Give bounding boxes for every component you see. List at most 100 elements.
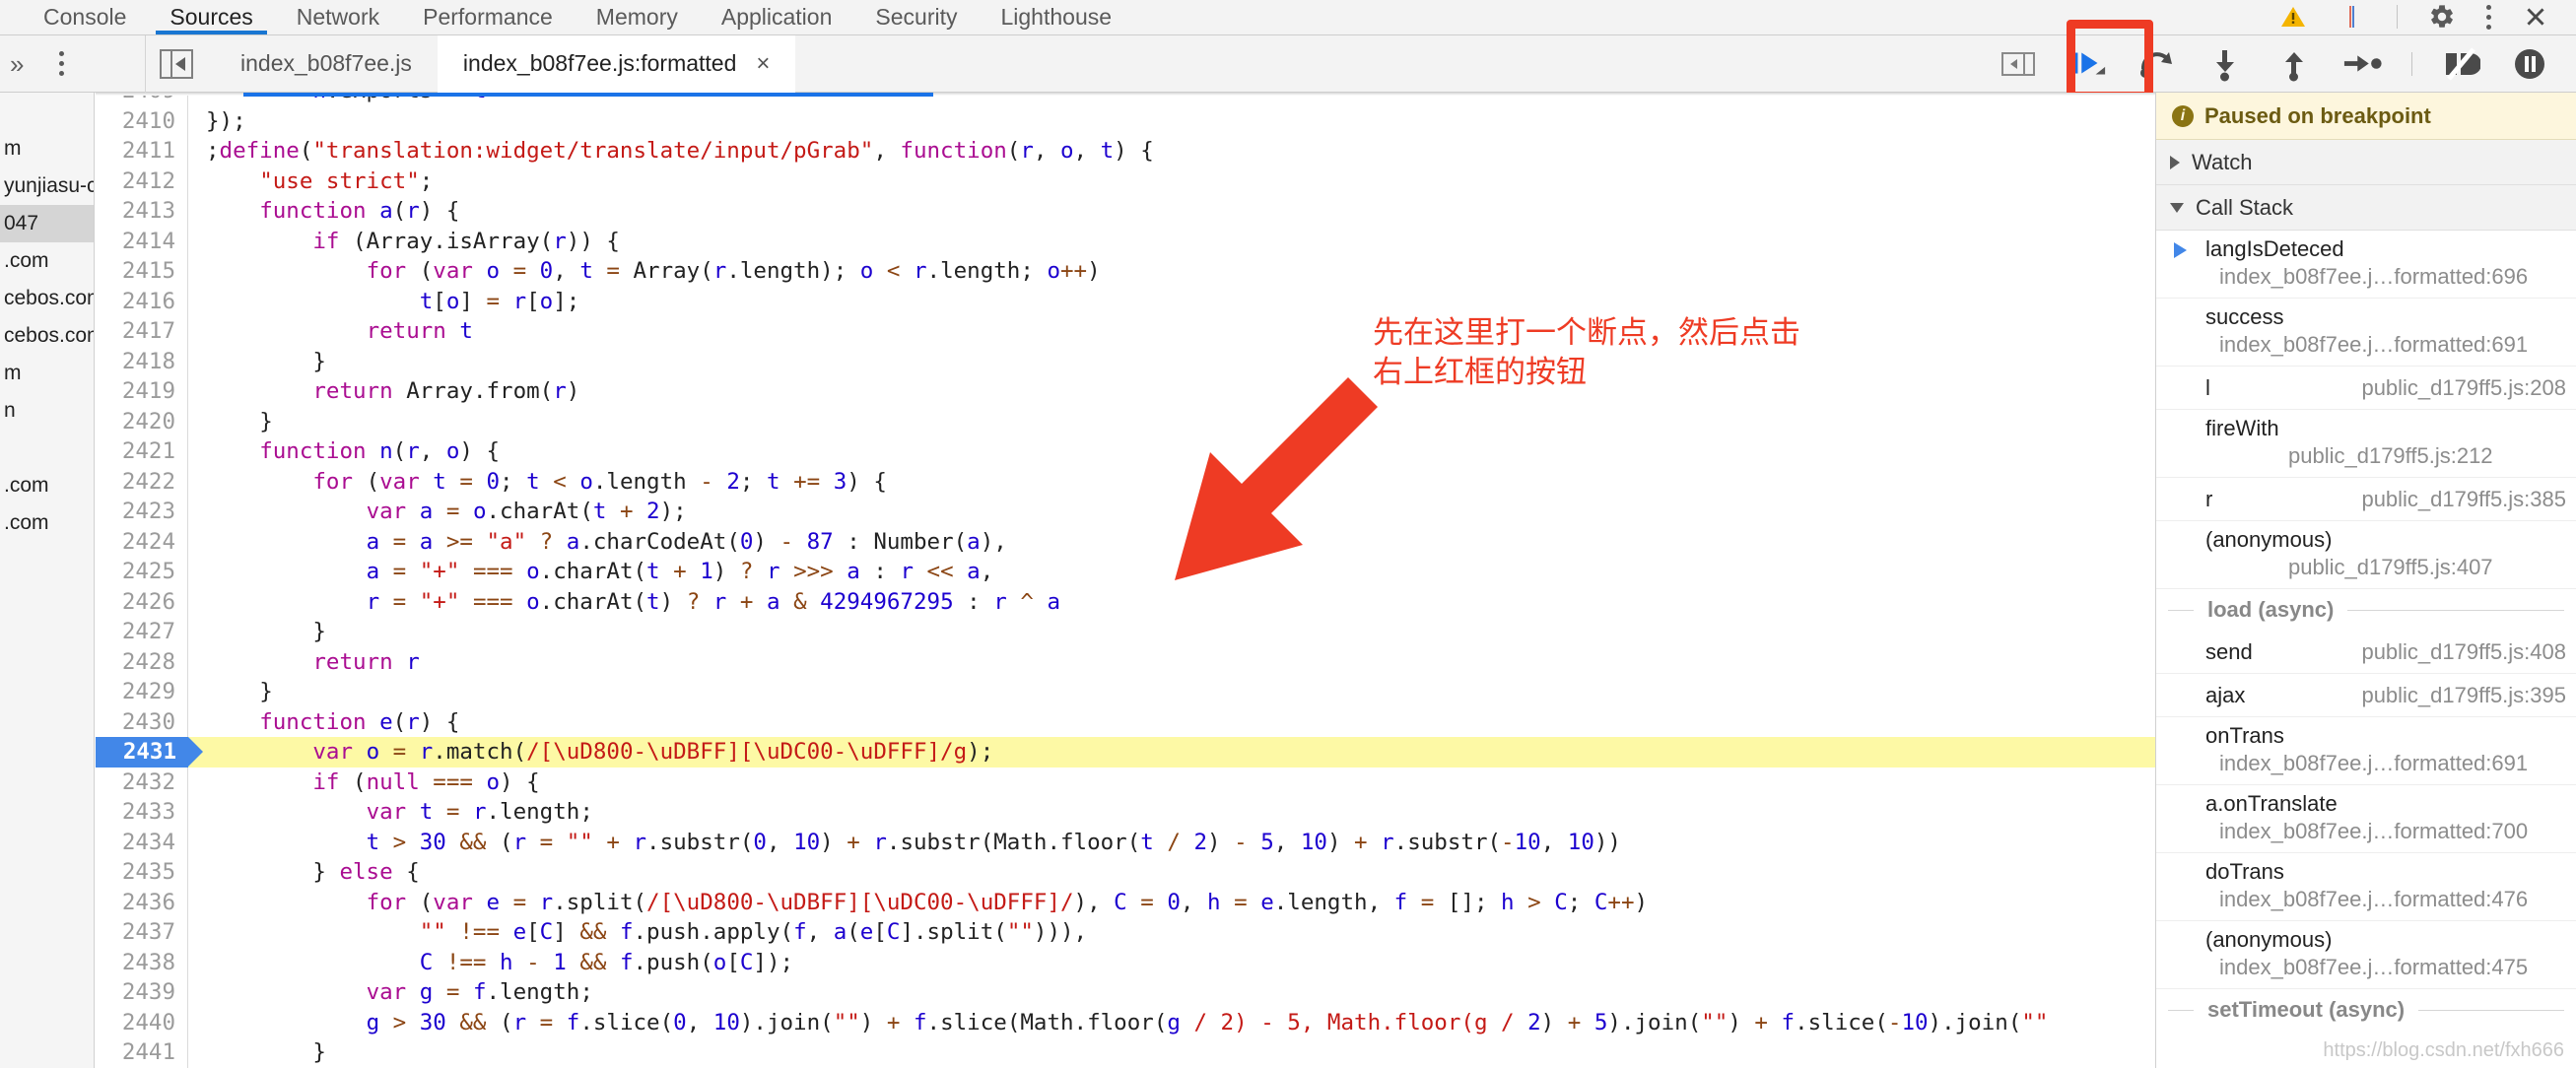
code-line[interactable]: 2422 for (var t = 0; t < o.length - 2; t… (96, 466, 2155, 497)
code-line[interactable]: 2411 ;define("translation:widget/translat… (96, 136, 2155, 167)
panel-tab-lighthouse[interactable]: Lighthouse (979, 0, 1133, 34)
call-stack-location[interactable]: index_b08f7ee.j…formatted:475 (2205, 955, 2570, 980)
line-number[interactable]: 2435 (96, 857, 188, 888)
code-line[interactable]: 2434 t > 30 && (r = "" + r.substr(0, 10)… (96, 827, 2155, 857)
line-number[interactable]: 2430 (96, 706, 188, 737)
line-number[interactable]: 2417 (96, 316, 188, 347)
code-line[interactable]: 2424 a = a >= "a" ? a.charCodeAt(0) - 87… (96, 526, 2155, 557)
panel-tab-security[interactable]: Security (853, 0, 979, 34)
code-line[interactable]: 2416 t[o] = r[o]; (96, 286, 2155, 316)
code-line[interactable]: 2428 return r (96, 646, 2155, 677)
toggle-debugger-sidebar-button[interactable] (1998, 43, 2039, 85)
panel-tab-sources[interactable]: Sources (148, 0, 274, 34)
line-number[interactable]: 2432 (96, 767, 188, 797)
line-number[interactable]: 2438 (96, 947, 188, 977)
code-line[interactable]: 2426 r = "+" === o.charAt(t) ? r + a & 4… (96, 586, 2155, 617)
line-number[interactable]: 2436 (96, 887, 188, 917)
panel-tab-console[interactable]: Console (22, 0, 148, 34)
line-number[interactable]: 2423 (96, 497, 188, 527)
watch-section-header[interactable]: Watch (2156, 140, 2576, 185)
call-stack-frame[interactable]: langIsDeteced index_b08f7ee.j…formatted:6… (2156, 231, 2576, 299)
call-stack-location[interactable]: index_b08f7ee.j…formatted:696 (2205, 264, 2570, 290)
navigator-item[interactable]: n (0, 392, 94, 430)
navigator-item[interactable]: cebos.com (0, 317, 94, 355)
call-stack-frame[interactable]: success index_b08f7ee.j…formatted:691 (2156, 299, 2576, 367)
line-number[interactable]: 2427 (96, 617, 188, 647)
code-line[interactable]: 2437 "" !== e[C] && f.push.apply(f, a(e[… (96, 917, 2155, 948)
code-line[interactable]: 2436 for (var e = r.split(/[\uD800-\uDBF… (96, 887, 2155, 917)
line-number[interactable]: 2410 (96, 105, 188, 136)
call-stack-location[interactable]: public_d179ff5.js:407 (2205, 555, 2570, 580)
code-line[interactable]: 2439 var g = f.length; (96, 977, 2155, 1008)
code-line[interactable]: 2420 } (96, 406, 2155, 436)
line-number[interactable]: 2439 (96, 977, 188, 1008)
navigator-item[interactable]: .com (0, 467, 94, 504)
line-number[interactable]: 2440 (96, 1007, 188, 1037)
panel-tab-network[interactable]: Network (275, 0, 401, 34)
file-tab-original[interactable]: index_b08f7ee.js (215, 35, 438, 93)
call-stack-frame[interactable]: fireWith public_d179ff5.js:212 (2156, 410, 2576, 478)
line-number[interactable]: 2411 (96, 136, 188, 167)
line-number[interactable]: 2434 (96, 827, 188, 857)
code-line[interactable]: 2425 a = "+" === o.charAt(t + 1) ? r >>>… (96, 557, 2155, 587)
line-number[interactable]: 2414 (96, 226, 188, 256)
line-number[interactable]: 2437 (96, 917, 188, 948)
step-button[interactable] (2342, 43, 2384, 85)
call-stack-frame[interactable]: send public_d179ff5.js:408 (2156, 631, 2576, 674)
line-number[interactable]: 2419 (96, 376, 188, 407)
code-line[interactable]: 2410}); (96, 105, 2155, 136)
call-stack-location[interactable]: public_d179ff5.js:395 (2361, 683, 2570, 708)
line-number[interactable]: 2428 (96, 646, 188, 677)
panel-tab-performance[interactable]: Performance (401, 0, 575, 34)
line-number[interactable]: 2429 (96, 677, 188, 707)
gear-icon[interactable] (2427, 2, 2457, 32)
call-stack-location[interactable]: public_d179ff5.js:408 (2361, 639, 2570, 665)
line-number[interactable]: 2441 (96, 1037, 188, 1068)
panel-tab-application[interactable]: Application (700, 0, 854, 34)
code-line[interactable]: 2421 function n(r, o) { (96, 436, 2155, 467)
call-stack-section-header[interactable]: Call Stack (2156, 185, 2576, 231)
panel-tab-memory[interactable]: Memory (575, 0, 700, 34)
code-line[interactable]: 2412 "use strict"; (96, 166, 2155, 196)
navigator-item[interactable]: m (0, 355, 94, 392)
code-line[interactable]: 2433 var t = r.length; (96, 797, 2155, 828)
call-stack-location[interactable]: public_d179ff5.js:208 (2361, 375, 2570, 401)
navigator-kebab-menu-icon[interactable] (59, 51, 65, 76)
code-line[interactable]: 2415 for (var o = 0, t = Array(r.length)… (96, 256, 2155, 287)
file-tab-formatted[interactable]: index_b08f7ee.js:formatted × (437, 34, 796, 93)
navigator-item[interactable]: cebos.com (0, 280, 94, 317)
code-line-current[interactable]: 2431 var o = r.match(/[\uD800-\uDBFF][\u… (96, 737, 2155, 768)
navigator-item[interactable]: yunjiasu-c (0, 167, 94, 205)
code-line[interactable]: 2430 function e(r) { (96, 706, 2155, 737)
line-number[interactable]: 2431 (96, 737, 203, 768)
code-line[interactable]: 2435 } else { (96, 857, 2155, 888)
code-line[interactable]: 2427 } (96, 617, 2155, 647)
line-number[interactable]: 2433 (96, 797, 188, 828)
code-line[interactable]: 2440 g > 30 && (r = f.slice(0, 10).join(… (96, 1007, 2155, 1037)
warning-icon[interactable] (2278, 2, 2308, 32)
line-number[interactable]: 2424 (96, 526, 188, 557)
call-stack-frame[interactable]: (anonymous) public_d179ff5.js:407 (2156, 521, 2576, 589)
line-number[interactable]: 2415 (96, 256, 188, 287)
navigator-item[interactable]: m (0, 130, 94, 167)
line-number[interactable]: 2412 (96, 166, 188, 196)
call-stack-location[interactable]: public_d179ff5.js:385 (2361, 487, 2570, 512)
navigator-item[interactable]: 047 (0, 205, 94, 242)
code-line[interactable]: 2441 } (96, 1037, 2155, 1068)
code-line[interactable]: 2432 if (null === o) { (96, 767, 2155, 797)
more-panels-icon[interactable]: » (10, 51, 24, 77)
step-out-of-current-function-button[interactable] (2273, 43, 2315, 85)
line-number[interactable]: 2416 (96, 286, 188, 316)
call-stack-frame[interactable]: doTrans index_b08f7ee.j…formatted:476 (2156, 853, 2576, 921)
code-line[interactable]: 2438 C !== h - 1 && f.push(o[C]); (96, 947, 2155, 977)
call-stack-location[interactable]: public_d179ff5.js:212 (2205, 443, 2570, 469)
close-tab-icon[interactable]: × (756, 51, 770, 76)
pause-on-exceptions-button[interactable] (2509, 43, 2550, 85)
call-stack-frame[interactable]: (anonymous) index_b08f7ee.j…formatted:475 (2156, 921, 2576, 989)
source-code-editor[interactable]: 2409 n.exports = t2410});2411;define("tr… (96, 93, 2155, 1068)
call-stack-location[interactable]: index_b08f7ee.j…formatted:691 (2205, 332, 2570, 358)
code-line[interactable]: 2423 var a = o.charAt(t + 2); (96, 497, 2155, 527)
call-stack-frame[interactable]: l public_d179ff5.js:208 (2156, 367, 2576, 410)
call-stack-location[interactable]: index_b08f7ee.j…formatted:700 (2205, 819, 2570, 844)
show-navigator-icon[interactable] (160, 48, 193, 79)
